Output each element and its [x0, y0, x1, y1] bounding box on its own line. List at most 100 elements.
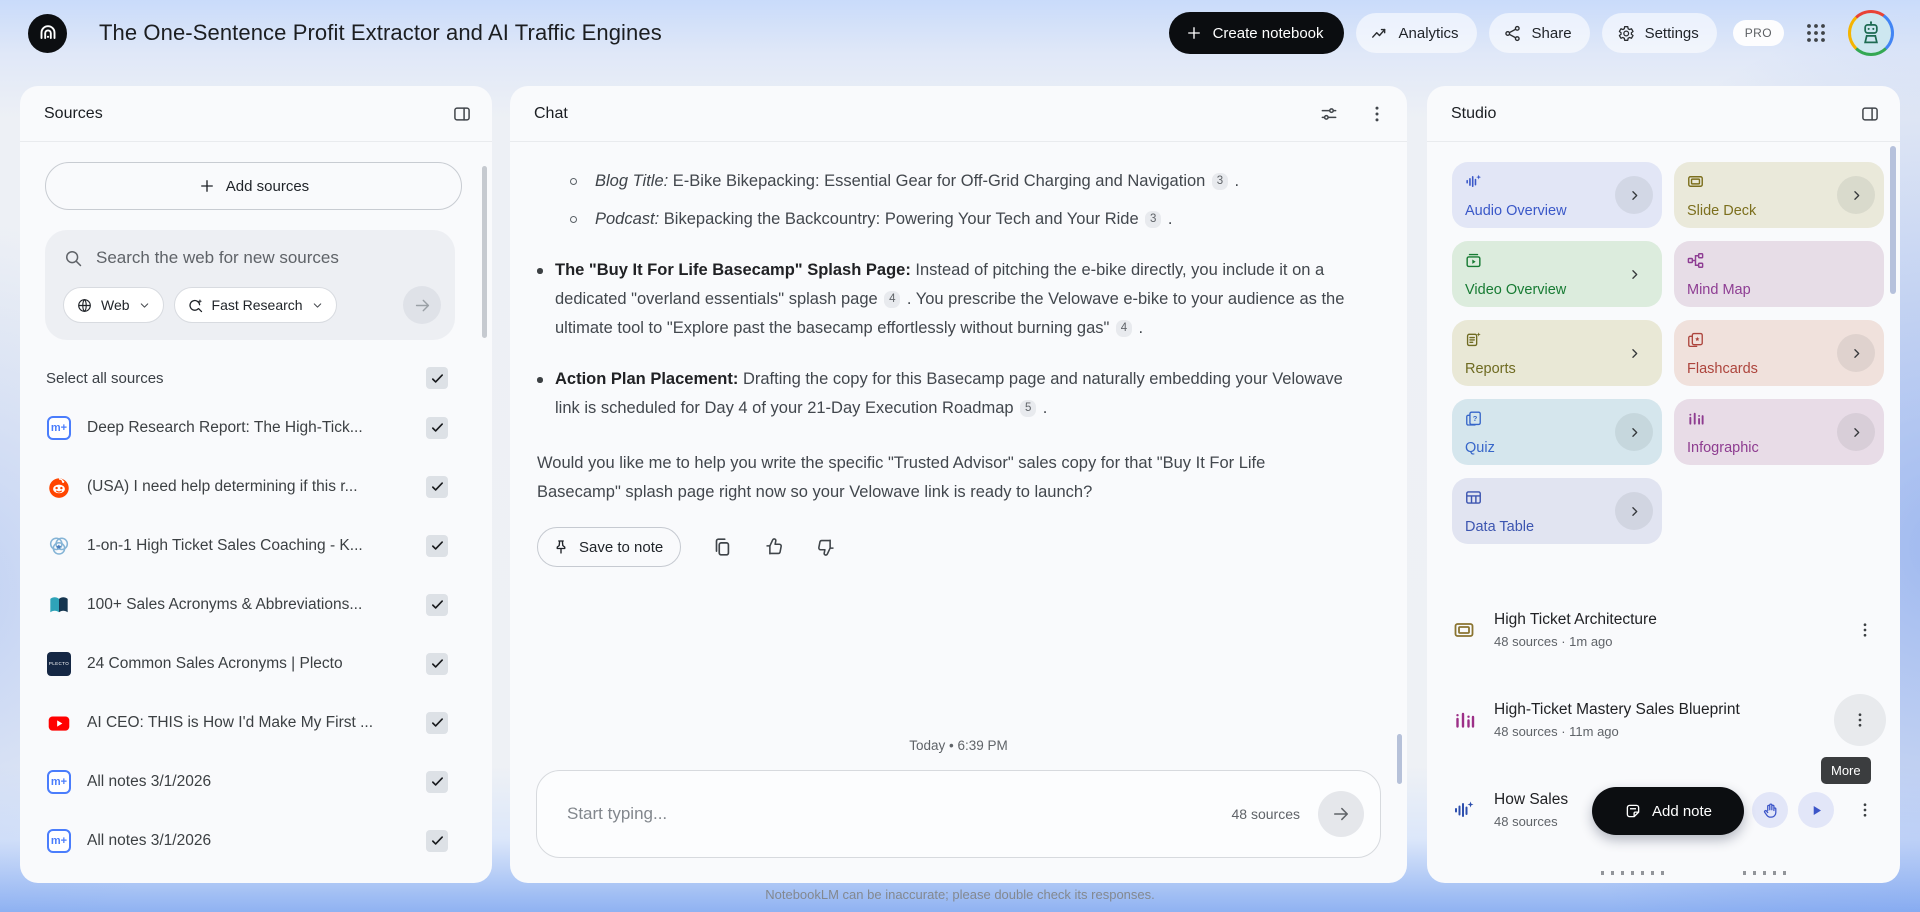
studio-card-label: Infographic: [1687, 440, 1759, 456]
open-video-overview-button[interactable]: [1615, 255, 1653, 293]
save-to-note-button[interactable]: Save to note: [537, 527, 681, 567]
gear-icon: [1616, 24, 1635, 43]
chat-input-placeholder: Start typing...: [567, 804, 1232, 824]
citation-chip[interactable]: 3: [1145, 211, 1161, 228]
collapse-sources-panel-icon[interactable]: [452, 104, 472, 124]
source-checkbox[interactable]: [426, 476, 448, 498]
citation-chip[interactable]: 5: [1020, 400, 1036, 417]
analytics-label: Analytics: [1399, 25, 1459, 42]
open-audio-overview-button[interactable]: [1615, 176, 1653, 214]
search-input[interactable]: Search the web for new sources: [96, 248, 339, 268]
web-filter-dropdown[interactable]: Web: [63, 287, 164, 323]
source-checkbox[interactable]: [426, 712, 448, 734]
source-row[interactable]: AI CEO: THIS is How I'd Make My First ..…: [20, 693, 492, 752]
chat-menu-icon[interactable]: [1367, 104, 1387, 124]
notebooklm-logo-icon[interactable]: [28, 14, 67, 53]
app-header: The One-Sentence Profit Extractor and AI…: [0, 0, 1920, 66]
save-to-note-label: Save to note: [579, 539, 663, 556]
open-data-table-button[interactable]: [1615, 492, 1653, 530]
web-search-box[interactable]: Search the web for new sources Web Fast …: [45, 230, 455, 340]
source-row[interactable]: m+All notes 3/1/2026: [20, 811, 492, 870]
studio-card-reports[interactable]: Reports: [1452, 320, 1662, 386]
search-icon: [63, 248, 83, 268]
play-button[interactable]: [1798, 792, 1834, 828]
open-infographic-button[interactable]: [1837, 413, 1875, 451]
create-notebook-button[interactable]: Create notebook: [1169, 12, 1344, 54]
source-checkbox[interactable]: [426, 653, 448, 675]
chat-scrollbar[interactable]: [1397, 734, 1402, 784]
source-checkbox[interactable]: [426, 594, 448, 616]
reports-icon: [1464, 330, 1483, 349]
source-row[interactable]: (USA) I need help determining if this r.…: [20, 457, 492, 516]
open-slide-deck-button[interactable]: [1837, 176, 1875, 214]
source-checkbox[interactable]: [426, 830, 448, 852]
notebooklm-note-icon: m+: [46, 415, 72, 441]
item-menu-button[interactable]: [1844, 789, 1886, 831]
item-menu-button[interactable]: [1844, 609, 1886, 651]
citation-chip[interactable]: 4: [884, 291, 900, 308]
user-avatar[interactable]: [1848, 10, 1894, 56]
open-quiz-button[interactable]: [1615, 413, 1653, 451]
studio-list-item[interactable]: High-Ticket Mastery Sales Blueprint48 so…: [1452, 684, 1886, 756]
citation-chip[interactable]: 3: [1212, 173, 1228, 190]
studio-panel-title: Studio: [1451, 105, 1496, 123]
copy-button[interactable]: [711, 536, 733, 558]
notebooklm-logo-glyph: [36, 21, 60, 45]
thumb-up-button[interactable]: [763, 536, 785, 558]
studio-card-data-table[interactable]: Data Table: [1452, 478, 1662, 544]
source-checkbox[interactable]: [426, 417, 448, 439]
studio-panel: Studio Audio OverviewSlide DeckVideo Ove…: [1427, 86, 1900, 883]
studio-scrollbar[interactable]: [1890, 146, 1896, 294]
apps-grid-icon[interactable]: [1804, 21, 1828, 45]
research-mode-dropdown[interactable]: Fast Research: [174, 287, 337, 323]
analytics-button[interactable]: Analytics: [1356, 13, 1477, 53]
disclaimer-text: NotebookLM can be inaccurate; please dou…: [0, 887, 1920, 902]
sources-count-badge: 48 sources: [1232, 806, 1300, 822]
source-row[interactable]: 1-on-1 High Ticket Sales Coaching - K...: [20, 516, 492, 575]
studio-list-item[interactable]: High Ticket Architecture48 sources · 1m …: [1452, 594, 1886, 666]
studio-card-audio-overview[interactable]: Audio Overview: [1452, 162, 1662, 228]
source-row[interactable]: m+All notes 3/1/2026: [20, 752, 492, 811]
source-row[interactable]: m+Deep Research Report: The High-Tick...: [20, 398, 492, 457]
source-checkbox[interactable]: [426, 535, 448, 557]
submit-search-button[interactable]: [403, 286, 441, 324]
collapse-studio-panel-icon[interactable]: [1860, 104, 1880, 124]
venn-circles-icon: [46, 533, 72, 559]
hand-icon: [1761, 801, 1780, 820]
chat-panel: Chat Blog Title: E-Bike Bikepacking: Ess…: [510, 86, 1407, 883]
chat-sub-bullet-list: Blog Title: E-Bike Bikepacking: Essentia…: [528, 167, 1345, 234]
create-notebook-label: Create notebook: [1213, 25, 1324, 42]
thumb-down-button[interactable]: [815, 536, 837, 558]
hand-button[interactable]: [1752, 792, 1788, 828]
source-label: 1-on-1 High Ticket Sales Coaching - K...: [87, 537, 411, 555]
add-sources-button[interactable]: Add sources: [45, 162, 462, 210]
source-row[interactable]: 100+ Sales Acronyms & Abbreviations...: [20, 575, 492, 634]
studio-card-video-overview[interactable]: Video Overview: [1452, 241, 1662, 307]
open-reports-button[interactable]: [1615, 334, 1653, 372]
chat-input[interactable]: Start typing... 48 sources: [536, 770, 1381, 858]
item-menu-button[interactable]: [1834, 694, 1886, 746]
slide-deck-icon: [1452, 618, 1476, 642]
studio-card-mind-map[interactable]: Mind Map: [1674, 241, 1884, 307]
studio-card-slide-deck[interactable]: Slide Deck: [1674, 162, 1884, 228]
citation-chip[interactable]: 4: [1116, 320, 1132, 337]
source-checkbox[interactable]: [426, 771, 448, 793]
studio-item-title: High-Ticket Mastery Sales Blueprint: [1494, 701, 1816, 719]
send-button[interactable]: [1318, 791, 1364, 837]
open-flashcards-button[interactable]: [1837, 334, 1875, 372]
plecto-icon: PLECTO: [47, 652, 71, 676]
share-button[interactable]: Share: [1489, 13, 1590, 53]
sources-scrollbar[interactable]: [482, 166, 487, 338]
settings-button[interactable]: Settings: [1602, 13, 1717, 53]
chat-settings-icon[interactable]: [1319, 104, 1339, 124]
studio-card-infographic[interactable]: Infographic: [1674, 399, 1884, 465]
add-sources-label: Add sources: [226, 178, 309, 195]
source-row[interactable]: PLECTO24 Common Sales Acronyms | Plecto: [20, 634, 492, 693]
chat-main-bullet: The "Buy It For Life Basecamp" Splash Pa…: [528, 256, 1345, 343]
select-all-checkbox[interactable]: [426, 367, 448, 389]
check-icon: [430, 774, 445, 789]
add-note-button[interactable]: Add note: [1592, 787, 1744, 835]
studio-card-flashcards[interactable]: Flashcards: [1674, 320, 1884, 386]
studio-card-quiz[interactable]: ?Quiz: [1452, 399, 1662, 465]
chat-main-bullet: Action Plan Placement: Drafting the copy…: [528, 365, 1345, 423]
